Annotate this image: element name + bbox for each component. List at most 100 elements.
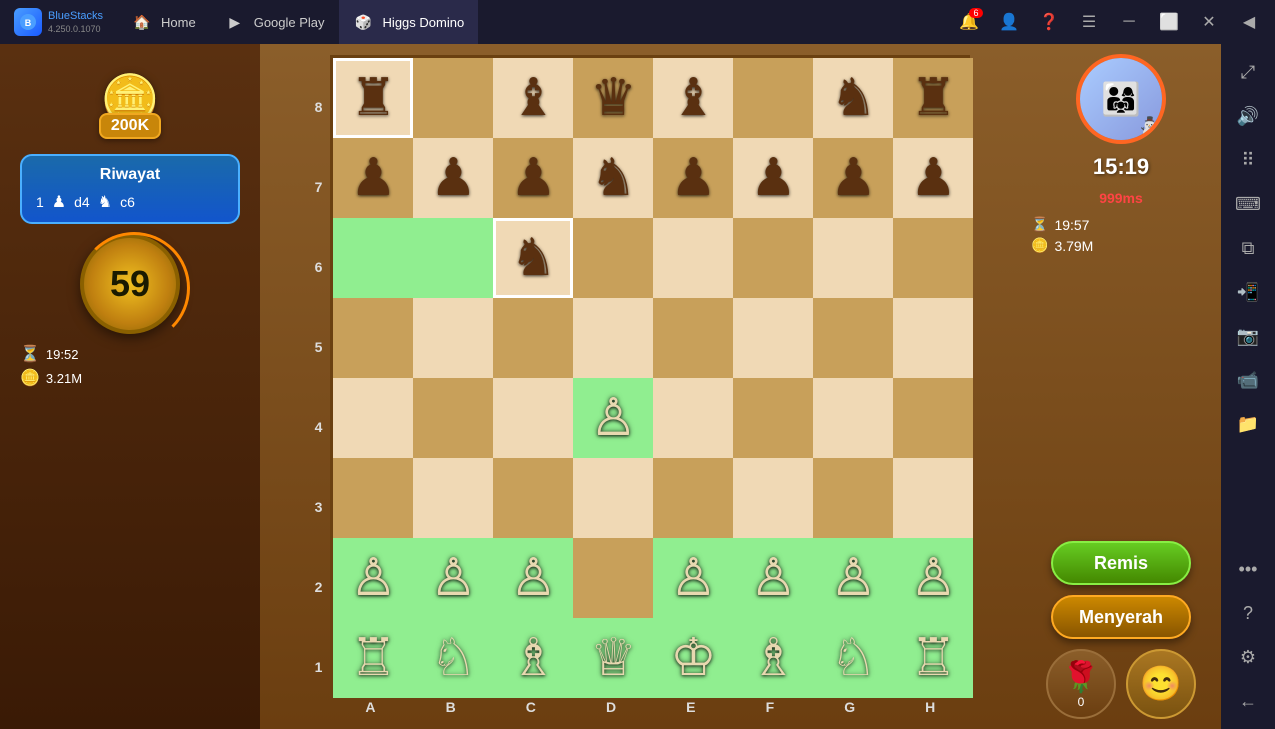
chess-cell[interactable]: ♘ [413,618,493,698]
help-button[interactable]: ❓ [1031,4,1067,40]
chess-cell[interactable]: ♟ [893,138,973,218]
install-icon[interactable]: 📲 [1228,272,1268,312]
chess-cell[interactable] [813,378,893,458]
chess-cell[interactable]: ♙ [813,538,893,618]
minimize-button[interactable]: ─ [1111,4,1147,40]
chess-cell[interactable]: ♙ [893,538,973,618]
maximize-button[interactable]: ⬜ [1151,4,1187,40]
back-arrow-button[interactable]: ◀ [1231,4,1267,40]
chess-cell[interactable] [413,298,493,378]
chess-cell[interactable] [573,458,653,538]
chess-cell[interactable]: ♝ [653,58,733,138]
chess-cell[interactable]: ♘ [813,618,893,698]
chess-cell[interactable] [893,218,973,298]
coin-icon: 🪙 [20,368,40,388]
account-button[interactable]: 👤 [991,4,1027,40]
notification-button[interactable]: 🔔 6 [951,4,987,40]
chess-cell[interactable]: ♙ [333,538,413,618]
chess-cell[interactable] [733,378,813,458]
chess-cell[interactable] [893,458,973,538]
chess-cell[interactable] [333,378,413,458]
chess-cell[interactable]: ♙ [573,378,653,458]
bluestacks-sidebar: ⤢ 🔊 ⠿ ⌨ ⧉ 📲 📷 📹 📁 ••• ? ⚙ ← [1221,44,1275,729]
chess-cell[interactable]: ♙ [413,538,493,618]
chess-cell[interactable]: ♖ [333,618,413,698]
menyerah-button[interactable]: Menyerah [1051,595,1191,639]
chess-cell[interactable] [653,458,733,538]
chess-cell[interactable]: ♙ [653,538,733,618]
chess-board[interactable]: ♜♝♛♝♞♜♟♟♟♞♟♟♟♟♞♙♙♙♙♙♙♙♙♖♘♗♕♔♗♘♖ [330,55,970,695]
chess-cell[interactable]: ♖ [893,618,973,698]
chess-cell[interactable] [653,378,733,458]
chess-cell[interactable] [333,218,413,298]
chess-cell[interactable]: ♔ [653,618,733,698]
chess-cell[interactable]: ♝ [493,58,573,138]
chess-cell[interactable] [413,218,493,298]
chess-cell[interactable] [813,458,893,538]
chess-cell[interactable]: ♟ [333,138,413,218]
chess-cell[interactable] [893,298,973,378]
chess-cell[interactable] [653,218,733,298]
tab-home[interactable]: 🏠 Home [117,0,210,44]
chess-cell[interactable]: ♟ [653,138,733,218]
emoji-button[interactable]: 😊 [1126,649,1196,719]
white-piece-icon: ♟ [52,192,66,212]
chess-cell[interactable]: ♞ [493,218,573,298]
chess-cell[interactable] [733,298,813,378]
chess-cell[interactable] [493,298,573,378]
chess-cell[interactable]: ♙ [733,538,813,618]
chess-cell[interactable]: ♕ [573,618,653,698]
opp-time: 19:57 [1054,217,1089,233]
chess-cell[interactable]: ♜ [333,58,413,138]
chess-cell[interactable]: ♙ [493,538,573,618]
keyboard-icon[interactable]: ⌨ [1228,184,1268,224]
opponent-avatar: 👨‍👩‍👧 ⛄ [1076,54,1166,144]
chess-cell[interactable] [413,378,493,458]
chess-cell[interactable] [813,298,893,378]
rose-button[interactable]: 🌹 0 [1046,649,1116,719]
chess-cell[interactable] [413,58,493,138]
chess-cell[interactable]: ♗ [733,618,813,698]
expand-icon[interactable]: ⤢ [1228,52,1268,92]
chess-cell[interactable] [333,458,413,538]
folder-icon[interactable]: 📁 [1228,404,1268,444]
camera-icon[interactable]: 📷 [1228,316,1268,356]
chess-cell[interactable]: ♛ [573,58,653,138]
history-row: 1 ♟ d4 ♞ c6 [36,192,224,212]
chess-cell[interactable] [653,298,733,378]
video-icon[interactable]: 📹 [1228,360,1268,400]
chess-cell[interactable] [573,218,653,298]
chess-cell[interactable] [333,298,413,378]
chess-cell[interactable]: ♟ [733,138,813,218]
chess-cell[interactable] [493,458,573,538]
chess-cell[interactable] [493,378,573,458]
chess-cell[interactable] [813,218,893,298]
chess-cell[interactable]: ♞ [813,58,893,138]
dots-grid-icon[interactable]: ⠿ [1228,140,1268,180]
menu-button[interactable]: ☰ [1071,4,1107,40]
question-icon[interactable]: ? [1228,593,1268,633]
chess-cell[interactable] [573,298,653,378]
chess-cell[interactable]: ♞ [573,138,653,218]
chess-cell[interactable] [733,218,813,298]
remis-button[interactable]: Remis [1051,541,1191,585]
more-options-icon[interactable]: ••• [1228,549,1268,589]
tab-higgs-domino[interactable]: 🎲 Higgs Domino [339,0,479,44]
back-icon[interactable]: ← [1228,681,1268,721]
chess-cell[interactable]: ♜ [893,58,973,138]
chess-cell[interactable]: ♟ [493,138,573,218]
chess-cell[interactable] [733,58,813,138]
chess-cell[interactable] [413,458,493,538]
chess-cell[interactable]: ♗ [493,618,573,698]
chess-cell[interactable] [893,378,973,458]
copy-icon[interactable]: ⧉ [1228,228,1268,268]
volume-icon[interactable]: 🔊 [1228,96,1268,136]
latency-display: 999ms [1099,190,1143,206]
chess-cell[interactable]: ♟ [413,138,493,218]
chess-cell[interactable]: ♟ [813,138,893,218]
chess-cell[interactable] [733,458,813,538]
close-button[interactable]: ✕ [1191,4,1227,40]
chess-cell[interactable] [573,538,653,618]
settings-icon[interactable]: ⚙ [1228,637,1268,677]
tab-google-play[interactable]: ▶ Google Play [210,0,339,44]
